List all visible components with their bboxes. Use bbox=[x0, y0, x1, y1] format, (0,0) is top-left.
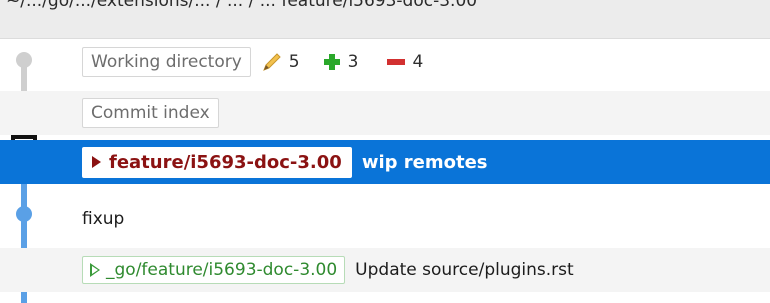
commit-row-working-directory[interactable]: Working directory 5 3 4 bbox=[0, 40, 770, 84]
pencil-icon bbox=[262, 53, 281, 71]
modified-count-value: 5 bbox=[288, 52, 300, 72]
remote-branch-badge[interactable]: _go/feature/i5693-doc-3.00 bbox=[82, 256, 346, 284]
branch-triangle-icon bbox=[92, 156, 101, 168]
remote-branch-name: _go/feature/i5693-doc-3.00 bbox=[106, 260, 338, 280]
commit-message: Update source/plugins.rst bbox=[355, 260, 574, 280]
removed-count: 4 bbox=[386, 52, 423, 72]
commit-index-chip[interactable]: Commit index bbox=[82, 98, 219, 128]
commit-row-wip-remotes[interactable]: feature/i5693-doc-3.00 wip remotes bbox=[0, 140, 770, 184]
commit-row-update-plugins[interactable]: _go/feature/i5693-doc-3.00 Update source… bbox=[0, 248, 770, 292]
plus-icon bbox=[323, 54, 340, 70]
modified-count: 5 bbox=[261, 51, 300, 73]
added-count-value: 3 bbox=[347, 52, 359, 72]
repository-path-bar: ~/.../go/.../extensions/... / ... / ... … bbox=[0, 0, 770, 39]
working-directory-chip[interactable]: Working directory bbox=[82, 47, 251, 77]
added-count: 3 bbox=[322, 52, 359, 72]
commit-row-fixup[interactable]: fixup bbox=[0, 197, 770, 241]
branch-badge[interactable]: feature/i5693-doc-3.00 bbox=[82, 146, 352, 178]
branch-name: feature/i5693-doc-3.00 bbox=[109, 151, 342, 173]
commit-message: wip remotes bbox=[361, 151, 488, 173]
commit-message: fixup bbox=[82, 209, 125, 229]
commit-row-commit-index[interactable]: Commit index bbox=[0, 91, 770, 135]
minus-icon bbox=[387, 59, 406, 65]
removed-count-value: 4 bbox=[412, 52, 424, 72]
repository-path: ~/.../go/.../extensions/... / ... / ... … bbox=[6, 0, 478, 11]
remote-triangle-icon bbox=[90, 263, 100, 277]
